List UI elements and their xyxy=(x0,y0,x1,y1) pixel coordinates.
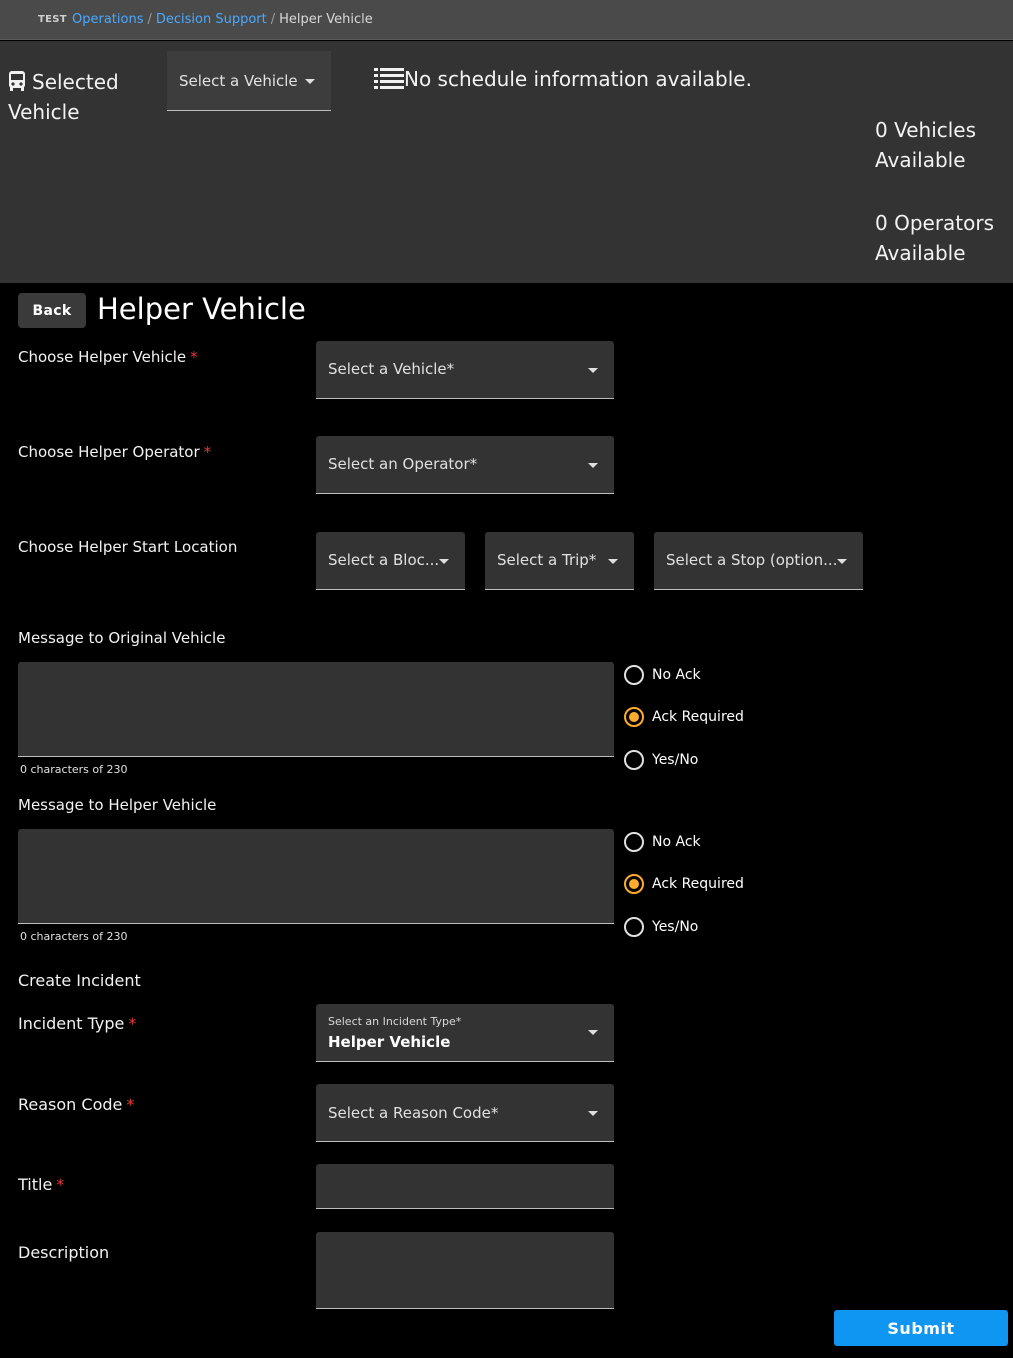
radio-label: Yes/No xyxy=(652,919,699,935)
breadcrumb-current: Helper Vehicle xyxy=(279,12,373,27)
radio-label: No Ack xyxy=(652,667,701,683)
radio-yes-no-helper[interactable]: Yes/No xyxy=(624,916,698,938)
radio-circle xyxy=(624,917,644,937)
chevron-down-icon xyxy=(588,1111,598,1116)
radio-no-ack-original[interactable]: No Ack xyxy=(624,664,701,686)
helper-vehicle-label-text: Choose Helper Vehicle xyxy=(18,348,187,366)
vehicle-header-panel: Selected Vehicle Select a Vehicle No sch… xyxy=(0,41,1013,283)
helper-vehicle-select-value: Select a Vehicle* xyxy=(328,360,455,378)
message-original-label: Message to Original Vehicle xyxy=(18,629,226,647)
helper-operator-select-value: Select an Operator* xyxy=(328,455,478,473)
breadcrumb-decision-support[interactable]: Decision Support xyxy=(156,12,267,27)
schedule-info: No schedule information available. xyxy=(374,67,752,91)
incident-type-label: Incident Type * xyxy=(18,1014,136,1033)
schedule-info-text: No schedule information available. xyxy=(404,67,752,91)
description-label: Description xyxy=(18,1243,110,1262)
radio-circle xyxy=(624,874,644,894)
helper-operator-label-text: Choose Helper Operator xyxy=(18,443,200,461)
reason-code-select[interactable]: Select a Reason Code* xyxy=(316,1084,614,1142)
block-select-value: Select a Bloc... xyxy=(328,551,438,569)
stop-select-value: Select a Stop (option... xyxy=(666,551,836,569)
radio-ack-required-helper[interactable]: Ack Required xyxy=(624,873,744,895)
list-icon xyxy=(374,68,404,89)
helper-vehicle-select[interactable]: Select a Vehicle* xyxy=(316,341,614,399)
breadcrumb-operations[interactable]: Operations xyxy=(72,12,143,27)
radio-label: No Ack xyxy=(652,834,701,850)
trip-select[interactable]: Select a Trip* xyxy=(485,532,634,590)
create-incident-label: Create Incident xyxy=(18,971,141,990)
environment-label: TEST xyxy=(38,14,67,25)
message-helper-label: Message to Helper Vehicle xyxy=(18,796,217,814)
radio-circle xyxy=(624,665,644,685)
breadcrumb: Operations / Decision Support / Helper Vehic… xyxy=(72,12,373,27)
helper-operator-label: Choose Helper Operator * xyxy=(18,443,211,461)
radio-label: Ack Required xyxy=(652,876,744,892)
required-mark: * xyxy=(126,1095,135,1114)
trip-select-value: Select a Trip* xyxy=(497,551,597,569)
stop-select[interactable]: Select a Stop (option... xyxy=(654,532,863,590)
required-mark: * xyxy=(56,1175,65,1194)
breadcrumb-separator: / xyxy=(147,12,152,27)
helper-vehicle-label: Choose Helper Vehicle * xyxy=(18,348,198,366)
chevron-down-icon xyxy=(588,368,598,373)
message-helper-textarea[interactable] xyxy=(18,829,614,924)
back-button[interactable]: Back xyxy=(18,293,86,328)
incident-type-floating-label: Select an Incident Type* xyxy=(328,1015,462,1028)
title-label-text: Title xyxy=(18,1175,53,1194)
radio-no-ack-helper[interactable]: No Ack xyxy=(624,831,701,853)
title-label: Title * xyxy=(18,1175,64,1194)
radio-yes-no-original[interactable]: Yes/No xyxy=(624,749,698,771)
message-original-textarea[interactable] xyxy=(18,662,614,757)
chevron-down-icon xyxy=(588,1030,598,1035)
block-select[interactable]: Select a Bloc... xyxy=(316,532,465,590)
chevron-down-icon xyxy=(608,559,618,564)
vehicles-available: 0 Vehicles Available xyxy=(875,118,977,172)
description-textarea[interactable] xyxy=(316,1232,614,1309)
chevron-down-icon xyxy=(588,463,598,468)
page-title: Helper Vehicle xyxy=(97,292,306,326)
header-vehicle-select-value: Select a Vehicle xyxy=(179,72,298,90)
start-location-label: Choose Helper Start Location xyxy=(18,538,238,556)
required-mark: * xyxy=(190,348,198,366)
required-mark: * xyxy=(203,443,212,461)
incident-type-value: Helper Vehicle xyxy=(328,1033,451,1051)
incident-type-label-text: Incident Type xyxy=(18,1014,125,1033)
message-original-counter: 0 characters of 230 xyxy=(20,763,128,776)
chevron-down-icon xyxy=(837,559,847,564)
submit-button[interactable]: Submit xyxy=(834,1310,1008,1346)
chevron-down-icon xyxy=(439,559,449,564)
radio-circle xyxy=(624,707,644,727)
reason-code-label-text: Reason Code xyxy=(18,1095,123,1114)
breadcrumb-separator: / xyxy=(270,12,276,27)
radio-label: Yes/No xyxy=(652,752,699,768)
helper-operator-select[interactable]: Select an Operator* xyxy=(316,436,614,494)
breadcrumb-bar: TEST Operations / Decision Support / Helper … xyxy=(0,0,1013,40)
operators-available: 0 Operators Available xyxy=(875,211,995,265)
required-mark: * xyxy=(128,1014,137,1033)
radio-circle xyxy=(624,832,644,852)
incident-type-select[interactable]: Select an Incident Type* Helper Vehicle xyxy=(316,1004,614,1062)
title-input[interactable] xyxy=(316,1164,614,1209)
reason-code-select-value: Select a Reason Code* xyxy=(328,1104,499,1122)
reason-code-label: Reason Code * xyxy=(18,1095,134,1114)
header-vehicle-select[interactable]: Select a Vehicle xyxy=(167,51,331,111)
selected-vehicle-label: Selected Vehicle xyxy=(8,67,158,127)
message-helper-counter: 0 characters of 230 xyxy=(20,930,128,943)
chevron-down-icon xyxy=(305,79,315,84)
bus-icon xyxy=(9,71,25,91)
radio-circle xyxy=(624,750,644,770)
radio-ack-required-original[interactable]: Ack Required xyxy=(624,706,744,728)
radio-label: Ack Required xyxy=(652,709,744,725)
